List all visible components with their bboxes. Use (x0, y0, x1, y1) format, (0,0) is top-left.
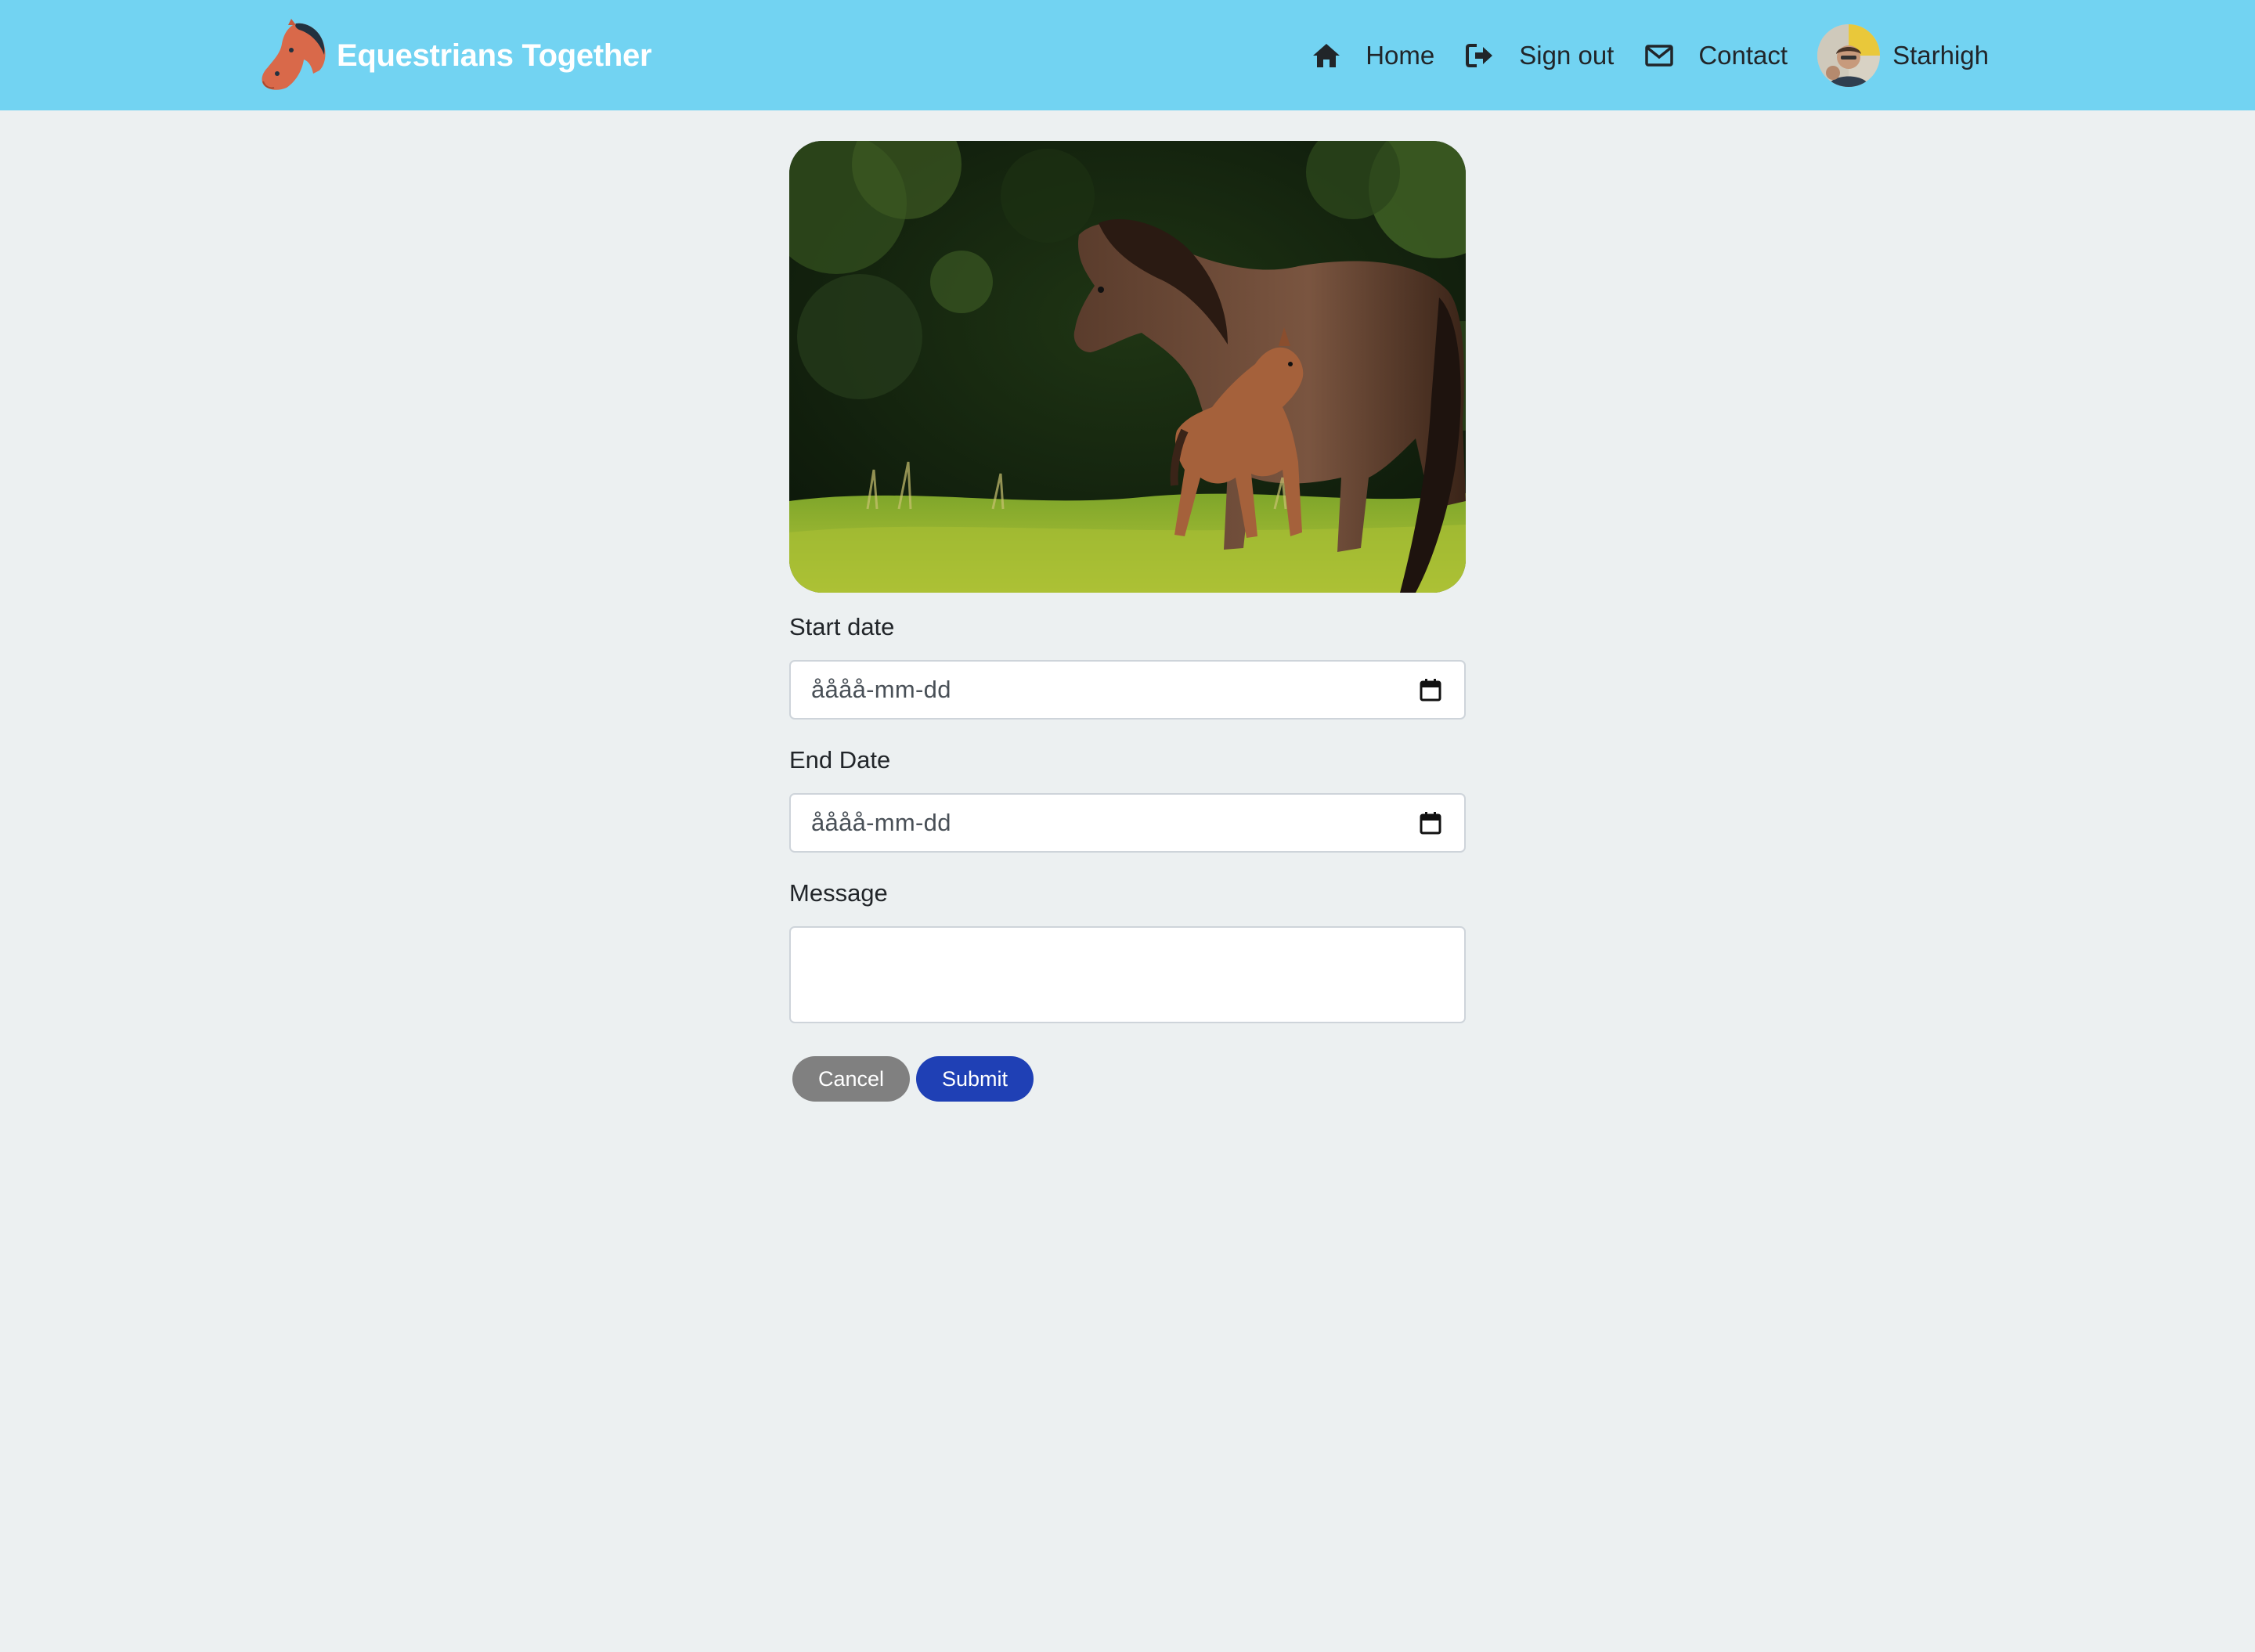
horse-and-foal-photo (789, 141, 1466, 593)
sign-out-icon (1464, 40, 1496, 71)
calendar-icon[interactable] (1419, 810, 1442, 835)
horse-head-logo-icon (257, 19, 330, 92)
start-date-group: Start date åååå-mm-dd (789, 611, 1466, 720)
end-date-value: åååå-mm-dd (811, 809, 951, 836)
calendar-icon[interactable] (1419, 677, 1442, 702)
form-buttons: Cancel Submit (789, 1056, 1466, 1102)
nav-contact-label: Contact (1698, 40, 1788, 70)
cancel-button[interactable]: Cancel (792, 1056, 910, 1102)
envelope-icon (1643, 40, 1675, 71)
home-icon (1311, 40, 1342, 71)
nav-home-link[interactable]: Home (1311, 40, 1434, 71)
submit-button[interactable]: Submit (916, 1056, 1034, 1102)
end-date-input[interactable]: åååå-mm-dd (789, 793, 1466, 853)
message-label: Message (789, 879, 888, 907)
brand-link[interactable]: Equestrians Together (257, 19, 652, 92)
start-date-value: åååå-mm-dd (811, 676, 951, 703)
nav-sign-out-link[interactable]: Sign out (1464, 40, 1614, 71)
nav-home-label: Home (1366, 40, 1435, 70)
user-name: Starhigh (1892, 40, 1989, 70)
end-date-group: End Date åååå-mm-dd (789, 745, 1466, 853)
message-group: Message (789, 878, 1466, 1023)
avatar (1817, 23, 1881, 87)
end-date-label: End Date (789, 746, 891, 774)
nav-contact-link[interactable]: Contact (1643, 40, 1788, 71)
start-date-input[interactable]: åååå-mm-dd (789, 660, 1466, 720)
start-date-label: Start date (789, 613, 895, 640)
top-navbar: Equestrians Together Home Sign out Conta… (0, 0, 2255, 110)
nav-links: Home Sign out Contact Starhigh (1281, 0, 1989, 110)
message-textarea[interactable] (789, 926, 1466, 1023)
booking-form: Start date åååå-mm-dd End Date åååå-mm-d… (789, 141, 1466, 1102)
user-profile-link[interactable]: Starhigh (1817, 23, 1989, 87)
brand-name: Equestrians Together (337, 38, 652, 73)
nav-sign-out-label: Sign out (1519, 40, 1615, 70)
